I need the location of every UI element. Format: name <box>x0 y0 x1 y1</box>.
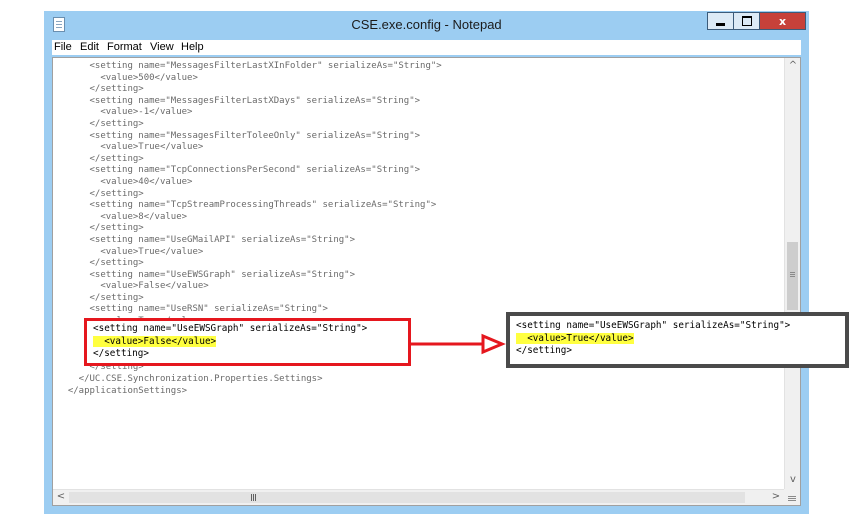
resize-grip-icon <box>788 496 796 497</box>
scroll-left-icon[interactable]: < <box>54 490 68 504</box>
grip-icon <box>251 494 252 501</box>
editor-line: <setting name="MessagesFilterLastXDays" … <box>57 95 421 106</box>
menu-file[interactable]: File <box>54 41 72 53</box>
menu-edit[interactable]: Edit <box>80 41 99 53</box>
editor-line: <setting name="TcpConnectionsPerSecond" … <box>57 165 421 176</box>
minimize-button[interactable] <box>707 12 734 30</box>
horizontal-scroll-thumb[interactable] <box>69 492 745 503</box>
editor-line: <value>False</value> <box>57 281 209 292</box>
grip-icon <box>790 272 795 273</box>
editor-line: <value>True</value> <box>57 246 204 257</box>
editor-line: <value>500</value> <box>57 72 198 83</box>
vertical-scroll-thumb[interactable] <box>787 242 798 310</box>
title-bar[interactable]: CSE.exe.config - Notepad x <box>44 11 809 39</box>
callout-new-highlighted-value: <value>True</value> <box>516 332 634 344</box>
editor-line: <setting name="UseRSN" serializeAs="Stri… <box>57 304 328 315</box>
maximize-icon <box>741 16 752 26</box>
editor-line: </UC.CSE.Synchronization.Properties.Sett… <box>57 374 323 385</box>
horizontal-scrollbar[interactable]: < > <box>53 489 785 505</box>
callout-new-setting: <setting name="UseEWSGraph" serializeAs=… <box>506 312 849 368</box>
editor-line: <value>40</value> <box>57 176 193 187</box>
editor-line: <setting name="UseEWSGraph" serializeAs=… <box>57 269 356 280</box>
maximize-button[interactable] <box>734 12 760 30</box>
callout-old-line-1: <setting name="UseEWSGraph" serializeAs=… <box>93 323 368 334</box>
close-button[interactable]: x <box>760 12 806 30</box>
editor-line: <setting name="UseGMailAPI" serializeAs=… <box>57 234 356 245</box>
text-editor[interactable]: <setting name="MessagesFilterLastXInFold… <box>52 57 801 506</box>
callout-old-highlighted-value: <value>False</value> <box>93 335 217 347</box>
scroll-right-icon[interactable]: > <box>769 490 783 504</box>
callout-new-line-1: <setting name="UseEWSGraph" serializeAs=… <box>516 320 791 331</box>
menu-view[interactable]: View <box>150 41 174 53</box>
scroll-up-icon[interactable]: ^ <box>786 59 800 73</box>
window-title: CSE.exe.config - Notepad <box>351 17 502 32</box>
editor-line: <setting name="TcpStreamProcessingThread… <box>57 200 437 211</box>
editor-line: </applicationSettings> <box>57 385 188 396</box>
editor-line: <setting name="MessagesFilterToleeOnly" … <box>57 130 421 141</box>
notepad-window: CSE.exe.config - Notepad x File Edit For… <box>44 11 809 514</box>
editor-line: <setting name="MessagesFilterLastXInFold… <box>57 61 442 71</box>
editor-line: </setting> <box>57 153 144 164</box>
editor-line: </setting> <box>57 118 144 129</box>
callout-new-line-3: </setting> <box>516 345 572 356</box>
editor-line: </setting> <box>57 223 144 234</box>
size-grip[interactable] <box>784 489 800 505</box>
vertical-scrollbar[interactable]: ^ v <box>784 58 800 489</box>
editor-line: </setting> <box>57 292 144 303</box>
editor-line: <value>True</value> <box>57 142 204 153</box>
editor-line: </setting> <box>57 84 144 95</box>
editor-line: <value>8</value> <box>57 211 188 222</box>
editor-line: </setting> <box>57 188 144 199</box>
menu-help[interactable]: Help <box>181 41 204 53</box>
menu-bar: File Edit Format View Help <box>52 40 801 55</box>
scroll-down-icon[interactable]: v <box>786 473 800 487</box>
callout-original-setting: <setting name="UseEWSGraph" serializeAs=… <box>84 318 411 366</box>
menu-format[interactable]: Format <box>107 41 142 53</box>
editor-line: <value>-1</value> <box>57 107 193 118</box>
callout-old-line-3: </setting> <box>93 348 149 359</box>
editor-line: </setting> <box>57 258 144 269</box>
minimize-icon <box>716 22 725 26</box>
